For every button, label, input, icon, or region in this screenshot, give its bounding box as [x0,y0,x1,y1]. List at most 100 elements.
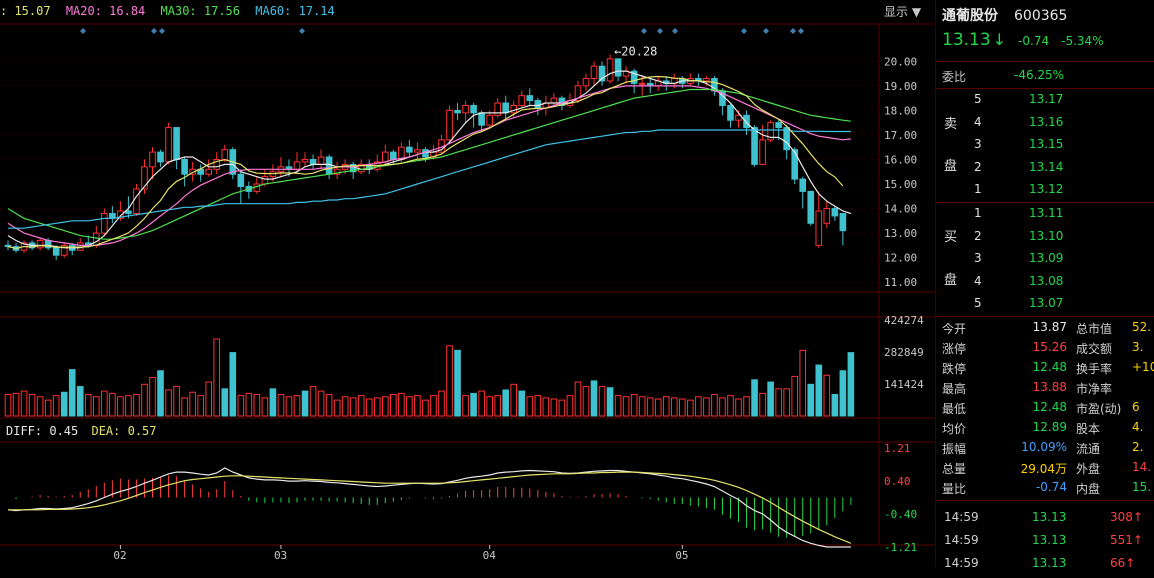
sell-level-1[interactable]: 1 13.12 [936,182,1154,204]
candle-body [93,232,100,246]
kline-chart[interactable]: 20.00 19.00 18.00 17.00 16.00 15.00 14.00 13.00… [0,0,935,567]
volume-bar [157,370,164,417]
stat-value: 4. [1132,420,1144,434]
stat-label: 今开 [942,322,967,336]
volume-bar [414,395,421,417]
volume-bar [679,398,686,417]
down-arrow-icon: ↓ [992,30,1007,49]
volume-bar [333,399,341,417]
stat-row: 均价 12.89 股本 4. [936,420,1154,440]
candle-body [743,114,750,129]
candle-body [454,109,461,114]
candle-body [205,168,213,175]
level-price: 13.09 [1029,251,1064,265]
buy-level-2[interactable]: 2 13.10 [936,229,1154,251]
level-index: 1 [974,182,982,196]
volume-bar [117,396,124,417]
macd-tick-label: 1.21 [884,442,911,455]
stat-value: 6 [1132,400,1140,414]
volume-bar [301,390,309,417]
divider [936,202,1154,203]
buy-level-5[interactable]: 5 13.07 [936,296,1154,318]
divider [936,500,1154,501]
macd-tick-label: -1.21 [884,541,917,554]
dea-legend: DEA: 0.57 [91,424,157,438]
volume-bar [325,393,333,417]
ma-legend: : 15.07 MA20: 16.84 MA30: 17.56 MA60: 17… [0,4,343,20]
candle-body [751,127,758,165]
stat-label: 市净率 [1076,382,1113,396]
candle-body [149,151,156,168]
volume-bar [542,397,550,417]
volume-bar [799,349,807,417]
volume-bar [430,395,437,417]
volume-bar [751,379,758,417]
volume-bar [847,352,855,417]
candle-body [478,112,485,126]
level-index: 3 [974,137,982,151]
candle-body [831,208,839,217]
sell-level-3[interactable]: 3 13.15 [936,137,1154,159]
level-price: 13.10 [1029,228,1064,243]
candle-body [221,149,229,160]
tick-price: 13.13 [1032,533,1067,547]
candle-body [759,139,766,165]
volume-bar [598,386,606,417]
event-marker [80,28,86,34]
stat-label: 总量 [942,462,967,476]
level-price: 13.12 [1029,182,1064,196]
volume-bar [261,397,269,417]
candle-body [133,188,140,214]
volume-bar [711,393,718,417]
candle-body [101,212,108,234]
price-tick-label: 11.00 [884,276,917,289]
volume-bar [406,396,413,417]
volume-bar [486,396,493,417]
volume-bar [670,397,678,417]
stock-name: 通葡股份 [942,8,998,24]
candle-body [181,158,188,175]
diff-line [7,467,851,548]
level-index: 5 [974,92,982,106]
stat-value: 12.89 [1032,420,1067,434]
tick-row: 14:59 13.13 66↑ [936,556,1154,578]
event-marker [299,28,305,34]
volume-bar [349,397,357,417]
level-index: 3 [974,251,982,265]
level-index: 1 [974,206,982,220]
volume-bar [36,396,44,417]
level-price: 13.17 [1029,92,1064,106]
volume-bar [390,393,397,417]
candle-body [462,104,469,114]
sell-level-5[interactable]: 5 13.17 [936,92,1154,114]
volume-bar [839,370,847,417]
candle-body [52,247,60,256]
candle-body [470,104,477,114]
stat-label: 内盘 [1076,482,1101,496]
buy-level-1[interactable]: 1 13.11 [936,206,1154,228]
volume-bar [365,398,373,417]
sell-level-4[interactable]: 4 13.16 [936,115,1154,137]
volume-bar [606,387,614,417]
volume-tick-label: 424274 [884,314,924,327]
stat-label: 总市值 [1076,322,1113,336]
stat-value: 52. [1132,320,1152,334]
volume-bar [566,395,574,417]
stat-value: +10 [1132,360,1154,374]
volume-bar [84,393,92,417]
level-index: 2 [974,159,982,174]
tick-volume: 308↑ [1110,510,1143,524]
show-dropdown-button[interactable]: 显示 ▼ [884,3,921,20]
buy-level-4[interactable]: 4 13.08 [936,274,1154,296]
weibi-label: 委比 [942,70,967,84]
candle-body [518,95,526,106]
buy-level-3[interactable]: 3 13.09 [936,251,1154,273]
volume-bar [28,393,36,417]
event-marker [657,28,663,34]
volume-bar [253,393,261,417]
divider [936,88,1154,89]
volume-bar [173,386,180,417]
sell-level-2[interactable]: 2 13.14 [936,160,1154,182]
tick-time: 14:59 [944,556,979,570]
candle-body [582,77,590,87]
